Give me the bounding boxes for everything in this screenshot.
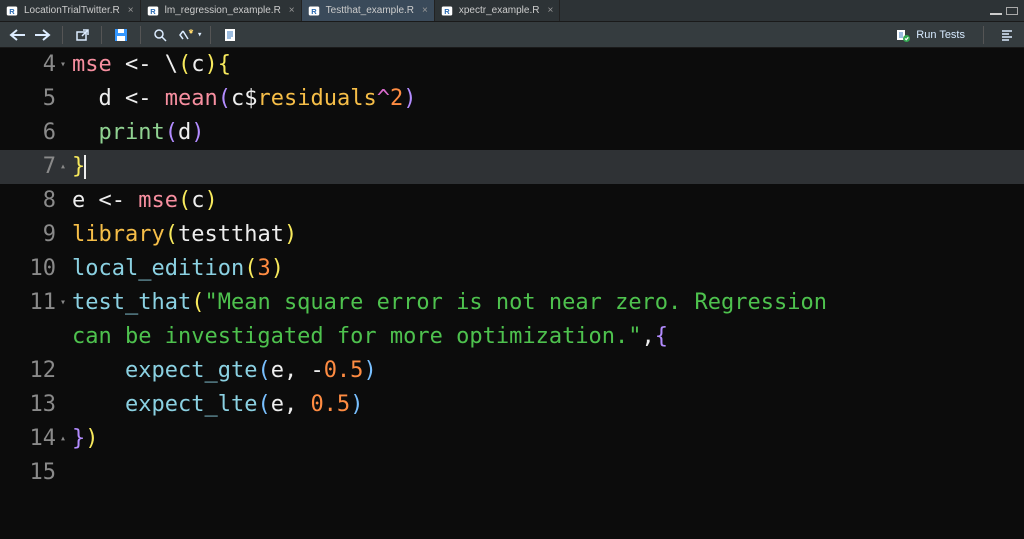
svg-text:R: R bbox=[311, 7, 317, 16]
code-line: 8e <- mse(c) bbox=[0, 184, 1024, 218]
close-icon[interactable]: × bbox=[289, 5, 295, 16]
gutter: 14▴ bbox=[0, 422, 62, 456]
r-file-icon: R bbox=[147, 5, 159, 17]
tab-label: LocationTrialTwitter.R bbox=[24, 5, 120, 16]
run-tests-icon bbox=[896, 28, 910, 42]
svg-text:R: R bbox=[9, 7, 15, 16]
code-line: 5 d <- mean(c$residuals^2) bbox=[0, 82, 1024, 116]
tab-locationtrialtwitter[interactable]: R LocationTrialTwitter.R × bbox=[0, 0, 141, 21]
code[interactable]: mse <- \(c){ bbox=[62, 48, 231, 82]
back-button[interactable] bbox=[6, 25, 28, 45]
code[interactable]: can be investigated for more optimizatio… bbox=[62, 320, 668, 354]
code-line: 9library(testthat) bbox=[0, 218, 1024, 252]
code-line: 4▾mse <- \(c){ bbox=[0, 48, 1024, 82]
r-file-icon: R bbox=[308, 5, 320, 17]
code-line: 6 print(d) bbox=[0, 116, 1024, 150]
editor[interactable]: 4▾mse <- \(c){ 5 d <- mean(c$residuals^2… bbox=[0, 48, 1024, 539]
toolbar-right: Run Tests bbox=[890, 25, 1018, 45]
gutter bbox=[0, 320, 62, 354]
code[interactable]: expect_lte(e, 0.5) bbox=[62, 388, 363, 422]
tab-bar: R LocationTrialTwitter.R × R lm_regressi… bbox=[0, 0, 1024, 22]
gutter: 8 bbox=[0, 184, 62, 218]
tab-xpectr-example[interactable]: R xpectr_example.R × bbox=[435, 0, 560, 21]
document-outline-button[interactable] bbox=[219, 25, 241, 45]
toolbar-left: ▾ bbox=[6, 25, 241, 45]
gutter: 5 bbox=[0, 82, 62, 116]
code-line: 11▾test_that("Mean square error is not n… bbox=[0, 286, 1024, 320]
code-tools-button[interactable] bbox=[175, 25, 197, 45]
code-line: 14▴}) bbox=[0, 422, 1024, 456]
tab-label: xpectr_example.R bbox=[459, 5, 540, 16]
code[interactable]: test_that("Mean square error is not near… bbox=[62, 286, 840, 320]
code[interactable] bbox=[62, 456, 72, 490]
close-icon[interactable]: × bbox=[547, 5, 553, 16]
r-file-icon: R bbox=[441, 5, 453, 17]
close-icon[interactable]: × bbox=[128, 5, 134, 16]
outline-toggle-button[interactable] bbox=[996, 25, 1018, 45]
gutter: 15 bbox=[0, 456, 62, 490]
tab-label: Testthat_example.R bbox=[326, 5, 414, 16]
cursor bbox=[84, 155, 86, 179]
gutter: 7▴ bbox=[0, 150, 62, 184]
code[interactable]: e <- mse(c) bbox=[62, 184, 218, 218]
code[interactable]: print(d) bbox=[62, 116, 204, 150]
code-line: 13 expect_lte(e, 0.5) bbox=[0, 388, 1024, 422]
gutter: 4▾ bbox=[0, 48, 62, 82]
forward-button[interactable] bbox=[32, 25, 54, 45]
code[interactable]: }) bbox=[62, 422, 99, 456]
maximize-icon[interactable] bbox=[1006, 7, 1018, 15]
tab-lm-regression[interactable]: R lm_regression_example.R × bbox=[141, 0, 302, 21]
tab-testthat-example[interactable]: R Testthat_example.R × bbox=[302, 0, 435, 21]
fold-icon[interactable]: ▴ bbox=[60, 422, 66, 456]
run-tests-label: Run Tests bbox=[916, 29, 965, 41]
gutter: 13 bbox=[0, 388, 62, 422]
code[interactable]: expect_gte(e, -0.5) bbox=[62, 354, 377, 388]
code-line-current: 7▴} bbox=[0, 150, 1024, 184]
code[interactable]: library(testthat) bbox=[62, 218, 297, 252]
gutter: 10 bbox=[0, 252, 62, 286]
close-icon[interactable]: × bbox=[422, 5, 428, 16]
show-in-new-window-button[interactable] bbox=[71, 25, 93, 45]
gutter: 11▾ bbox=[0, 286, 62, 320]
save-button[interactable] bbox=[110, 25, 132, 45]
svg-text:R: R bbox=[444, 7, 450, 16]
run-tests-button[interactable]: Run Tests bbox=[890, 26, 971, 44]
gutter: 9 bbox=[0, 218, 62, 252]
minimize-icon[interactable] bbox=[990, 7, 1002, 15]
code-line: can be investigated for more optimizatio… bbox=[0, 320, 1024, 354]
tab-label: lm_regression_example.R bbox=[165, 5, 281, 16]
find-button[interactable] bbox=[149, 25, 171, 45]
code-line: 10local_edition(3) bbox=[0, 252, 1024, 286]
svg-text:R: R bbox=[150, 7, 156, 16]
fold-icon[interactable]: ▴ bbox=[60, 150, 66, 184]
fold-icon[interactable]: ▾ bbox=[60, 286, 66, 320]
window-controls bbox=[990, 7, 1024, 15]
fold-icon[interactable]: ▾ bbox=[60, 48, 66, 82]
code[interactable]: local_edition(3) bbox=[62, 252, 284, 286]
r-file-icon: R bbox=[6, 5, 18, 17]
code[interactable]: d <- mean(c$residuals^2) bbox=[62, 82, 416, 116]
gutter: 12 bbox=[0, 354, 62, 388]
code-line: 12 expect_gte(e, -0.5) bbox=[0, 354, 1024, 388]
code-line: 15 bbox=[0, 456, 1024, 490]
toolbar: ▾ Run Tests bbox=[0, 22, 1024, 48]
gutter: 6 bbox=[0, 116, 62, 150]
